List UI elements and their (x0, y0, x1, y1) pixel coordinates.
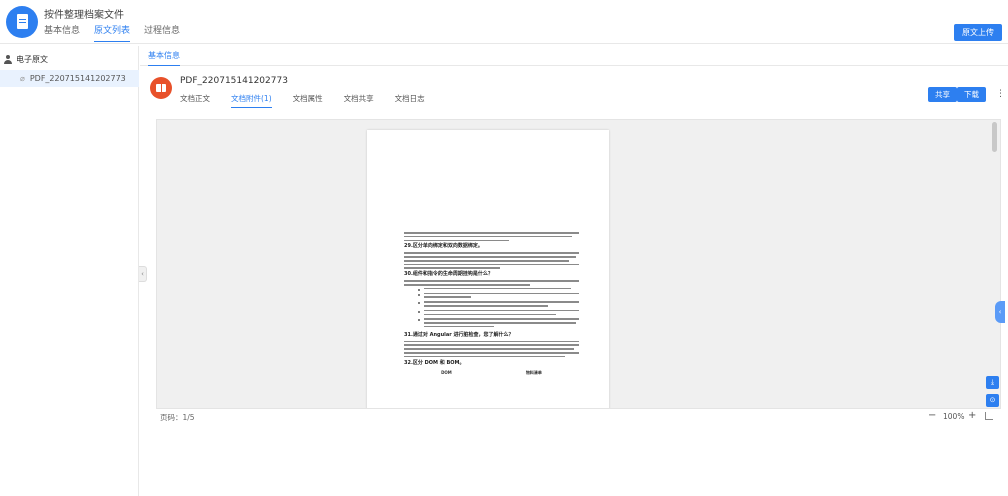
heading-29: 29.区分单向绑定和双向数据绑定。 (404, 243, 483, 250)
tab-doc-properties[interactable]: 文档属性 (293, 93, 323, 108)
main-panel: 基本信息 PDF_220715141202773 文档正文 文档附件(1) 文档… (140, 46, 1008, 496)
tree-item-label: PDF_220715141202773 (29, 74, 126, 83)
tab-doc-attachments[interactable]: 文档附件(1) (231, 93, 272, 108)
file-name: PDF_220715141202773 (180, 76, 288, 86)
app-title: 按件整理档案文件 (44, 10, 124, 21)
side-expand-tab[interactable]: ‹ (995, 301, 1005, 323)
tab-original-list[interactable]: 原文列表 (94, 24, 131, 42)
document-viewer[interactable]: 29.区分单向绑定和双向数据绑定。 30.组件和指令的生命周期挂钩是什么？ 31… (156, 119, 1001, 424)
heading-32: 32.区分 DOM 和 BOM。 (404, 359, 465, 366)
top-header: 按件整理档案文件 基本信息 原文列表 过程信息 原文上传 (0, 0, 1008, 44)
text-line (404, 284, 530, 286)
tab-basic-info[interactable]: 基本信息 (44, 24, 80, 42)
info-icon[interactable]: ⊙ (986, 394, 999, 407)
download-button[interactable]: 下载 (957, 87, 986, 102)
text-line (404, 235, 572, 238)
app-window: 按件整理档案文件 基本信息 原文列表 过程信息 原文上传 电子原文 ⌀ PDF_… (0, 0, 1008, 496)
table-header-bom: 物料清单 (525, 369, 542, 375)
download-icon[interactable]: ⤓ (986, 376, 999, 389)
text-line (404, 239, 509, 242)
more-vertical-icon[interactable]: ⋮ (996, 88, 1005, 100)
bullet-item (418, 309, 579, 318)
bullet-item (418, 318, 579, 329)
top-tabs: 基本信息 原文列表 过程信息 (44, 24, 180, 42)
person-icon (4, 55, 12, 64)
text-line (404, 256, 576, 258)
text-line (404, 340, 579, 343)
text-line (404, 351, 579, 354)
table-header-dom: DOM (441, 369, 452, 375)
vertical-scrollbar[interactable] (992, 122, 997, 152)
tree-root-label: 电子原文 (16, 55, 48, 64)
fit-page-icon[interactable] (985, 412, 993, 420)
heading-31: 31.通过对 Angular 进行脏检查，您了解什么？ (404, 331, 514, 338)
tab-process-info[interactable]: 过程信息 (144, 24, 180, 42)
comparison-table-header: DOM 物料清单 (404, 370, 579, 376)
zoom-level: 100% (943, 412, 965, 421)
upload-original-button[interactable]: 原文上传 (954, 24, 1002, 41)
archive-logo-icon (6, 6, 38, 38)
tab-doc-share[interactable]: 文档共享 (344, 93, 374, 108)
paperclip-icon: ⌀ (20, 74, 25, 83)
tree-root[interactable]: 电子原文 (4, 54, 48, 65)
text-line (404, 263, 579, 266)
basic-tab-bar: 基本信息 (140, 46, 1008, 66)
book-icon (150, 77, 172, 99)
bullet-item (418, 287, 579, 292)
heading-30: 30.组件和指令的生命周期挂钩是什么？ (404, 271, 493, 278)
text-line (404, 344, 579, 346)
text-line (404, 355, 565, 358)
text-line (404, 267, 501, 270)
page-content: 29.区分单向绑定和双向数据绑定。 30.组件和指令的生命周期挂钩是什么？ 31… (404, 232, 579, 376)
share-button[interactable]: 共享 (928, 87, 957, 102)
text-line (404, 232, 579, 234)
zoom-out-button[interactable]: − (928, 410, 936, 421)
text-line (404, 280, 579, 282)
page-indicator: 页码：1/5 (160, 413, 195, 422)
document-page: 29.区分单向绑定和双向数据绑定。 30.组件和指令的生命周期挂钩是什么？ 31… (367, 130, 609, 423)
doc-tabs: 文档正文 文档附件(1) 文档属性 文档共享 文档日志 (180, 93, 425, 108)
zoom-in-button[interactable]: + (968, 410, 976, 421)
text-line (404, 252, 579, 254)
bullet-item (418, 301, 579, 309)
viewer-status-bar: 页码：1/5 − 100% + (156, 408, 1001, 424)
bullet-item (418, 292, 579, 301)
tab-doc-log[interactable]: 文档日志 (395, 93, 425, 108)
tree-item-pdf[interactable]: ⌀ PDF_220715141202773 (0, 70, 139, 87)
sidebar: 电子原文 ⌀ PDF_220715141202773 (0, 46, 139, 496)
text-line (404, 259, 569, 262)
tab-doc-body[interactable]: 文档正文 (180, 93, 210, 108)
tab-basic[interactable]: 基本信息 (148, 50, 180, 66)
text-line (404, 348, 574, 350)
